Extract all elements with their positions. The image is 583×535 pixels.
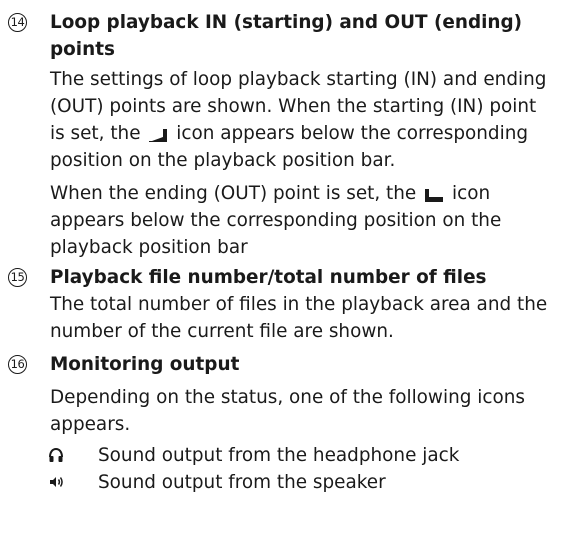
headphones-icon bbox=[49, 447, 63, 462]
list-item-text: Sound output from the headphone jack bbox=[98, 445, 460, 466]
text-line: appears below the corresponding position… bbox=[50, 210, 502, 231]
item-description: The settings of loop playback starting (… bbox=[50, 66, 546, 174]
list-item: Sound output from the speaker bbox=[48, 469, 578, 496]
item-number-badge: 15 bbox=[8, 268, 27, 287]
loop-in-marker-icon bbox=[149, 129, 168, 142]
text-fragment: When the ending (OUT) point is set, the bbox=[50, 183, 417, 204]
text-line: is set, the icon appears below the corre… bbox=[50, 120, 546, 147]
text-fragment: icon bbox=[451, 183, 491, 204]
text-line: When the ending (OUT) point is set, the … bbox=[50, 180, 501, 207]
item-title: Loop playback IN (starting) and OUT (end… bbox=[50, 9, 522, 63]
text-line: The total number of files in the playbac… bbox=[50, 294, 548, 315]
item-title-line: Loop playback IN (starting) and OUT (end… bbox=[50, 12, 523, 33]
item-description: The total number of files in the playbac… bbox=[50, 291, 547, 345]
item-number-badge: 16 bbox=[8, 355, 27, 374]
item-title: Monitoring output bbox=[50, 354, 240, 375]
text-line: Depending on the status, one of the foll… bbox=[50, 387, 525, 408]
text-fragment: is set, the bbox=[50, 123, 141, 144]
text-line: The settings of loop playback starting (… bbox=[50, 69, 547, 90]
item-title-line: points bbox=[50, 39, 115, 60]
text-line: appears. bbox=[50, 414, 131, 435]
manual-page: 14 Loop playback IN (starting) and OUT (… bbox=[0, 0, 583, 535]
text-line: number of the current file are shown. bbox=[50, 321, 394, 342]
text-line: (OUT) points are shown. When the startin… bbox=[50, 96, 537, 117]
item-title: Playback file number/total number of fil… bbox=[50, 267, 487, 288]
list-item-text: Sound output from the speaker bbox=[98, 472, 386, 493]
speaker-icon bbox=[50, 477, 63, 487]
loop-out-marker-icon bbox=[425, 189, 444, 202]
item-description: Depending on the status, one of the foll… bbox=[50, 384, 525, 438]
text-line: playback position bar bbox=[50, 237, 248, 258]
text-fragment: icon appears below the corresponding bbox=[176, 123, 529, 144]
list-item: Sound output from the headphone jack bbox=[48, 442, 578, 469]
item-description: When the ending (OUT) point is set, the … bbox=[50, 180, 501, 261]
text-line: position on the playback position bar. bbox=[50, 150, 396, 171]
item-number-badge: 14 bbox=[8, 13, 27, 32]
